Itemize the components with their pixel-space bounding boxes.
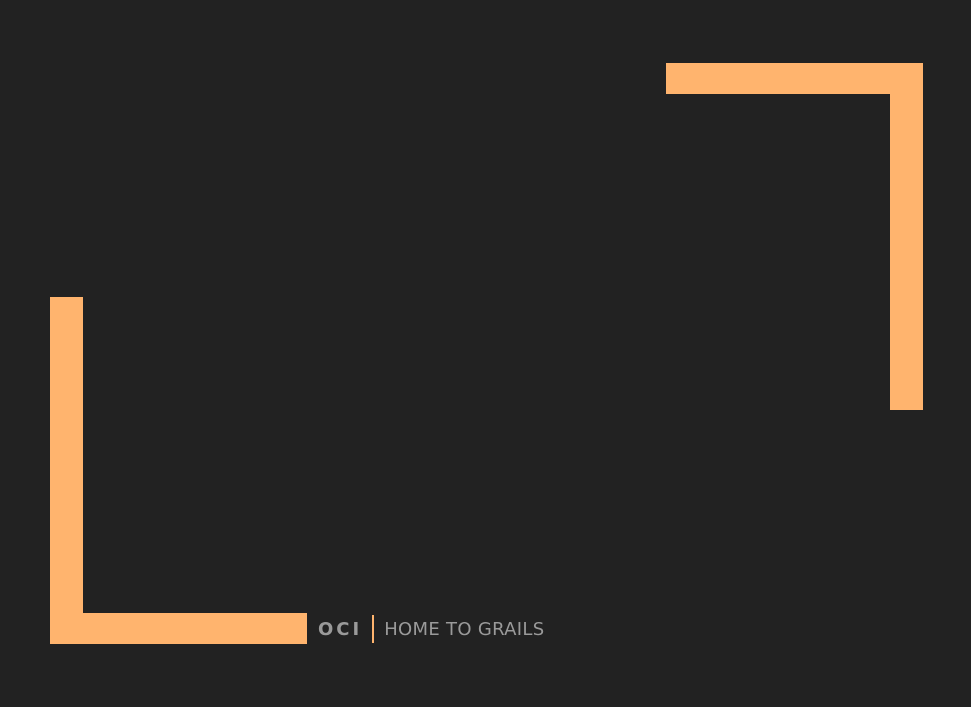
title-slide: OCI HOME TO GRAILS <box>0 0 971 707</box>
top-right-bracket-vertical <box>890 63 923 410</box>
brand-divider <box>372 615 375 643</box>
brand-tagline: HOME TO GRAILS <box>384 618 545 640</box>
bottom-left-bracket-vertical <box>50 297 83 644</box>
bottom-left-bracket-horizontal <box>50 613 307 644</box>
oci-logo: OCI <box>318 618 363 640</box>
brand-lockup: OCI HOME TO GRAILS <box>318 614 544 644</box>
top-right-bracket-horizontal <box>666 63 923 94</box>
